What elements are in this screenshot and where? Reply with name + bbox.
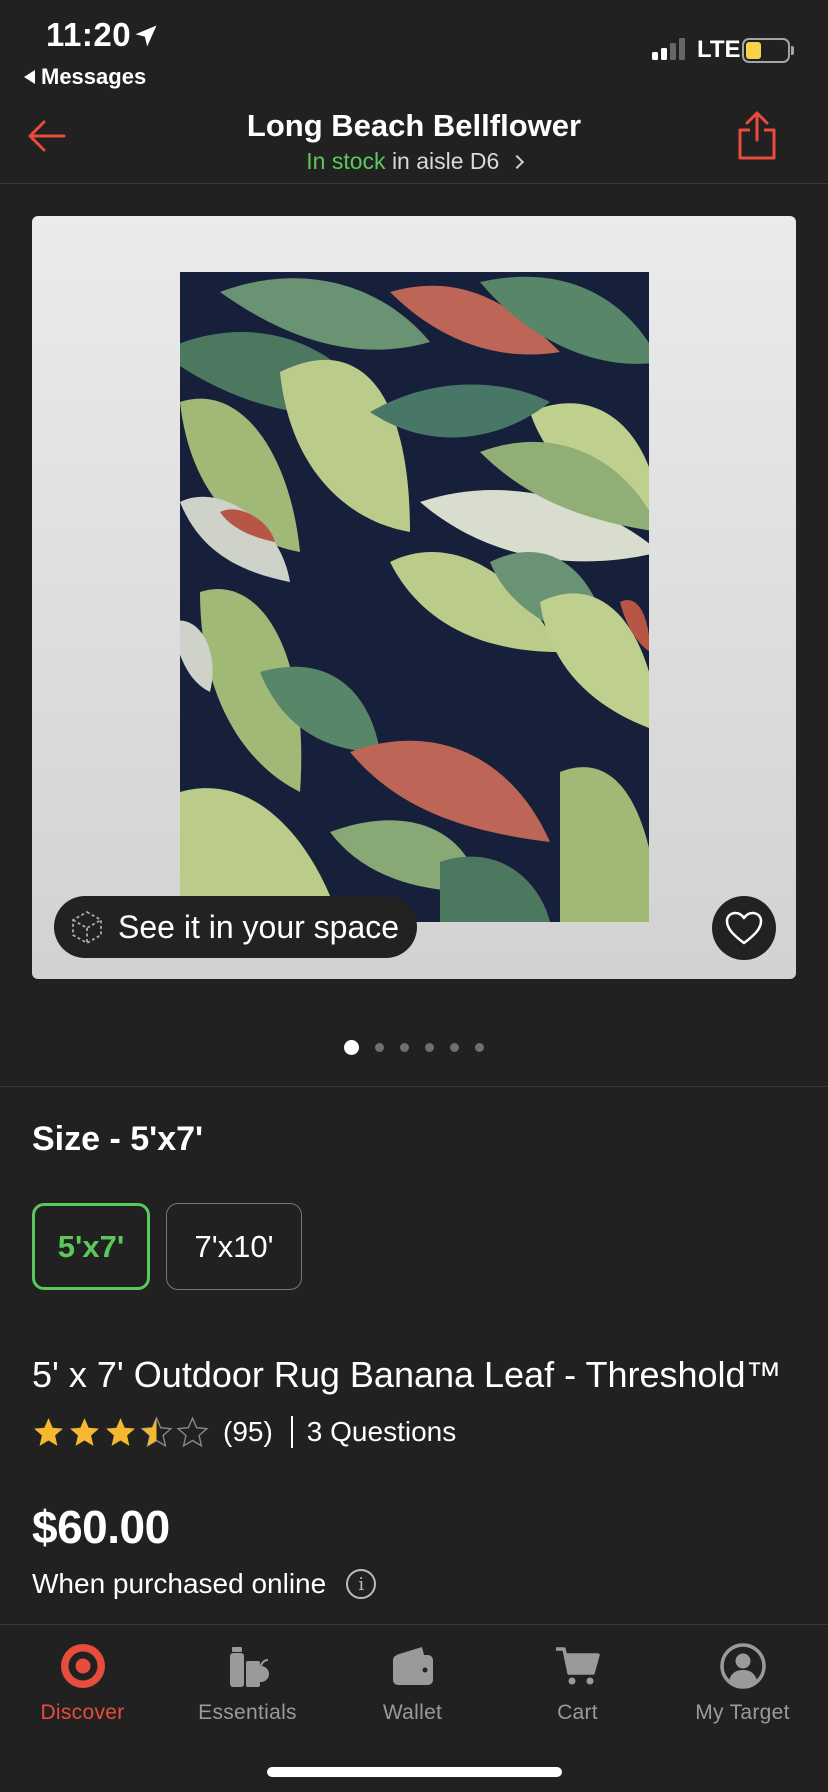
price-note-text: When purchased online	[32, 1568, 327, 1599]
carrier-label: LTE	[697, 36, 741, 63]
product-price: $60.00	[32, 1501, 170, 1553]
star-full-icon	[106, 1417, 135, 1446]
product-image-rug	[180, 272, 649, 922]
tab-label: Discover	[40, 1701, 125, 1724]
product-image-gallery[interactable]: See it in your space	[32, 216, 796, 979]
wallet-icon	[392, 1647, 433, 1685]
tab-wallet[interactable]: Wallet	[330, 1641, 495, 1725]
info-icon[interactable]: i	[346, 1569, 377, 1599]
back-app-label: Messages	[41, 64, 147, 89]
questions-link[interactable]: 3 Questions	[307, 1416, 456, 1448]
essentials-icon	[229, 1647, 269, 1687]
back-to-app-link[interactable]: Messages	[24, 64, 146, 90]
target-logo-icon	[60, 1644, 105, 1688]
nav-header: Long Beach Bellflower In stock in aisle …	[0, 92, 828, 184]
divider	[0, 1086, 828, 1087]
size-option-5x7[interactable]: 5'x7'	[32, 1203, 150, 1290]
pagination-dot[interactable]	[450, 1043, 459, 1052]
home-indicator[interactable]	[267, 1767, 562, 1777]
location-arrow-icon	[135, 25, 157, 47]
favorite-button[interactable]	[712, 896, 776, 960]
star-rating	[32, 1415, 209, 1449]
tab-label: Essentials	[198, 1701, 297, 1724]
back-triangle-icon	[24, 70, 35, 84]
chevron-right-icon	[509, 154, 524, 170]
pagination-dot[interactable]	[425, 1043, 434, 1052]
cart-icon	[555, 1647, 600, 1685]
image-pagination-dots[interactable]	[0, 1040, 828, 1055]
banana-leaf-pattern	[180, 272, 649, 922]
battery-icon	[742, 38, 790, 63]
share-icon[interactable]	[736, 110, 778, 162]
tab-discover[interactable]: Discover	[0, 1641, 165, 1725]
pagination-dot[interactable]	[400, 1043, 409, 1052]
stock-status: In stock	[306, 148, 386, 174]
tab-label: Wallet	[382, 1701, 443, 1724]
status-time: 11:20	[46, 16, 132, 53]
see-in-space-button[interactable]: See it in your space	[54, 896, 418, 958]
star-half-icon	[140, 1415, 173, 1447]
tab-cart[interactable]: Cart	[495, 1641, 660, 1725]
tab-label: Cart	[557, 1701, 598, 1724]
tab-my-target[interactable]: My Target	[660, 1641, 825, 1725]
star-full-icon	[70, 1417, 99, 1446]
price-note: When purchased online i	[32, 1568, 377, 1600]
pagination-dot[interactable]	[344, 1040, 359, 1055]
store-title: Long Beach Bellflower	[246, 108, 582, 143]
size-heading: Size - 5'x7'	[32, 1120, 204, 1158]
pagination-dot[interactable]	[475, 1043, 484, 1052]
pagination-dot[interactable]	[375, 1043, 384, 1052]
profile-icon	[719, 1643, 766, 1689]
size-option-7x10[interactable]: 7'x10'	[166, 1203, 302, 1290]
heart-icon	[725, 911, 763, 945]
status-bar: 11:20 Messages LTE	[0, 0, 828, 92]
signal-strength-icon	[652, 38, 685, 60]
divider	[290, 1416, 293, 1448]
aisle-text: in aisle D6	[391, 148, 500, 174]
review-count[interactable]: (95)	[223, 1416, 273, 1448]
stock-info-link[interactable]: In stock in aisle D6	[0, 148, 828, 175]
product-title: 5' x 7' Outdoor Rug Banana Leaf - Thresh…	[32, 1354, 782, 1395]
tab-label: My Target	[695, 1701, 790, 1724]
star-full-icon	[34, 1417, 63, 1446]
rating-row[interactable]: (95) 3 Questions	[32, 1414, 456, 1450]
ar-cube-icon	[72, 910, 102, 945]
star-empty-icon	[176, 1415, 209, 1447]
see-in-space-label: See it in your space	[118, 908, 400, 945]
tab-essentials[interactable]: Essentials	[165, 1641, 330, 1725]
